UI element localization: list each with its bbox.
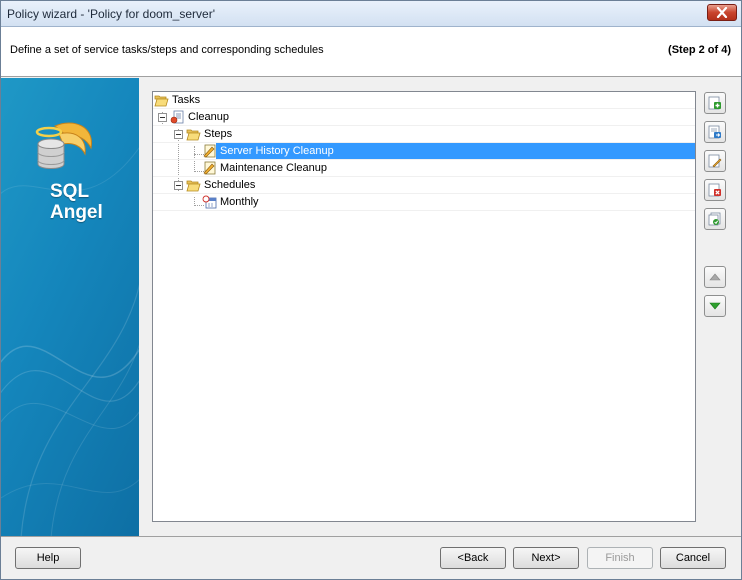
step-description: Define a set of service tasks/steps and …	[10, 44, 324, 56]
schedule-icon	[202, 195, 217, 209]
move-up-icon	[709, 273, 721, 281]
logo-line-sql: SQL	[50, 181, 90, 202]
logo-line-angel: Angel	[50, 202, 103, 223]
collapse-toggle[interactable]	[174, 181, 183, 190]
tasks-tree[interactable]: Tasks Cleanup Steps Server History Clean…	[152, 91, 696, 522]
tree-row-schedules[interactable]: Schedules	[153, 177, 695, 194]
product-logo-text: SQL Angel	[50, 181, 103, 223]
tree-row-maintenance-cleanup[interactable]: Maintenance Cleanup	[153, 160, 695, 177]
add-icon	[708, 96, 721, 110]
tree-label: Tasks	[172, 94, 201, 106]
tree-label: Schedules	[204, 179, 256, 191]
tree-label: Monthly	[220, 196, 259, 208]
folder-open-icon	[154, 95, 169, 107]
branding-panel: SQL Angel	[1, 78, 139, 536]
policy-wizard-window: Policy wizard - 'Policy for doom_server'…	[0, 0, 742, 580]
copy-button[interactable]	[704, 208, 726, 230]
tree-row-tasks[interactable]: Tasks	[153, 92, 695, 109]
step-indicator: (Step 2 of 4)	[668, 44, 731, 56]
edit-button[interactable]	[704, 150, 726, 172]
move-down-icon	[709, 302, 721, 310]
edit-icon	[708, 154, 722, 168]
copy-icon	[708, 212, 721, 226]
tree-label: Steps	[204, 128, 233, 140]
help-button[interactable]: Help	[15, 547, 81, 569]
step-icon	[203, 144, 216, 158]
wizard-header: Define a set of service tasks/steps and …	[1, 27, 741, 77]
collapse-toggle[interactable]	[158, 113, 167, 122]
tree-label: Maintenance Cleanup	[220, 162, 328, 174]
tree-label: Cleanup	[188, 111, 229, 123]
title-bar[interactable]: Policy wizard - 'Policy for doom_server'	[1, 1, 741, 27]
next-button[interactable]: Next>	[513, 547, 579, 569]
folder-open-icon	[186, 129, 201, 141]
move-up-button[interactable]	[704, 266, 726, 288]
tree-row-monthly[interactable]: Monthly	[153, 194, 695, 211]
folder-open-icon	[186, 180, 201, 192]
delete-icon	[708, 183, 721, 197]
tree-row-server-history-cleanup[interactable]: Server History Cleanup	[153, 143, 695, 160]
close-icon	[716, 7, 728, 18]
tree-row-steps[interactable]: Steps	[153, 126, 695, 143]
tree-label: Server History Cleanup	[220, 145, 334, 157]
collapse-toggle[interactable]	[174, 130, 183, 139]
move-down-button[interactable]	[704, 295, 726, 317]
step-icon	[203, 161, 216, 175]
close-button[interactable]	[707, 4, 737, 21]
tree-row-cleanup[interactable]: Cleanup	[153, 109, 695, 126]
delete-button[interactable]	[704, 179, 726, 201]
task-icon	[170, 110, 184, 124]
cancel-button[interactable]: Cancel	[660, 547, 726, 569]
add-task-button[interactable]	[704, 92, 726, 114]
add-step-button[interactable]	[704, 121, 726, 143]
wizard-content: Tasks Cleanup Steps Server History Clean…	[139, 78, 741, 536]
add-step-icon	[708, 125, 721, 139]
sql-angel-logo-icon	[35, 122, 92, 169]
back-button[interactable]: <Back	[440, 547, 506, 569]
wizard-footer: Help <Back Next> Finish Cancel	[1, 536, 741, 579]
finish-button: Finish	[587, 547, 653, 569]
window-title: Policy wizard - 'Policy for doom_server'	[7, 7, 215, 21]
